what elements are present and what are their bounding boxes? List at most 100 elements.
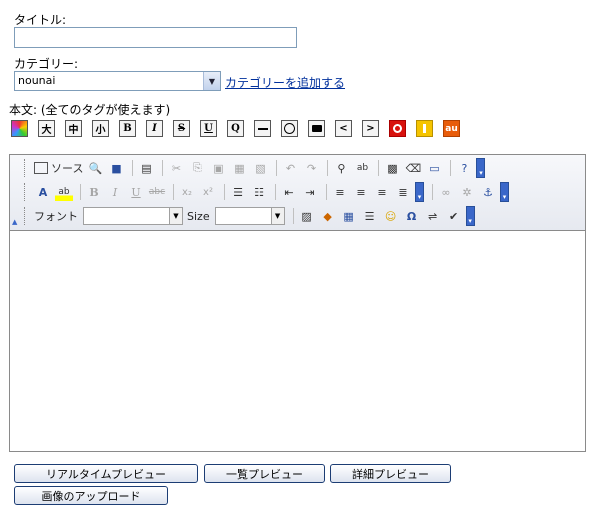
source-button[interactable]: ソース — [34, 159, 83, 177]
list-preview-button[interactable]: 一覧プレビュー — [204, 464, 325, 483]
realtime-preview-button[interactable]: リアルタイムプレビュー — [14, 464, 198, 483]
help-icon[interactable]: ? — [455, 159, 473, 177]
add-category-link[interactable]: カテゴリーを追加する — [225, 74, 345, 91]
docomo-icon[interactable] — [389, 120, 406, 137]
toolbar-more-button[interactable]: ▾ — [500, 182, 509, 202]
toolbar-row-1: ソース 🔍 ■ ▤ ✂ ⎘ ▣ ▦ ▧ ↶ ↷ ⚲ ab ▩ ⌫ ▭ ? ▾ — [24, 157, 489, 179]
toolbar-separator — [327, 160, 329, 176]
title-input[interactable] — [14, 27, 297, 48]
softbank-icon[interactable] — [416, 120, 433, 137]
remove-format-icon[interactable]: ⌫ — [404, 159, 422, 177]
category-select[interactable]: nounai ▼ — [14, 71, 221, 91]
check-spelling-icon[interactable]: ✔ — [445, 207, 463, 225]
image-icon[interactable]: ▨ — [298, 207, 316, 225]
toolbar-separator — [275, 184, 276, 200]
select-all-icon[interactable]: ▩ — [383, 159, 401, 177]
editor-toolbar: ▲ ソース 🔍 ■ ▤ ✂ ⎘ ▣ ▦ ▧ ↶ ↷ ⚲ ab ▩ ⌫ ▭ ? ▾… — [10, 155, 585, 231]
emoji-icon[interactable] — [281, 120, 298, 137]
toolbar-separator — [224, 184, 225, 200]
size-select[interactable]: ▼ — [214, 207, 285, 225]
toolbar-separator — [378, 160, 380, 176]
detail-preview-button[interactable]: 詳細プレビュー — [330, 464, 451, 483]
font-select[interactable]: ▼ — [83, 207, 183, 225]
flash-icon[interactable]: ◆ — [319, 207, 337, 225]
bold-icon[interactable]: B — [85, 183, 103, 201]
toolbar-separator — [132, 160, 134, 176]
toolbar-row-3: フォント ▼ Size ▼ ▨ ◆ ▦ ☰ ☺ Ω ⇌ ✔ ▾ — [24, 205, 479, 227]
horizontal-rule-icon[interactable] — [254, 120, 271, 137]
outdent-icon[interactable]: ⇤ — [280, 183, 298, 201]
align-justify-icon[interactable]: ≣ — [394, 183, 412, 201]
toolbar-grip — [24, 159, 28, 177]
paste-word-icon[interactable]: ▧ — [251, 159, 269, 177]
toolbar-separator — [173, 184, 174, 200]
paste-icon[interactable]: ▣ — [209, 159, 227, 177]
chevron-down-icon: ▼ — [270, 208, 284, 224]
special-char-icon[interactable]: Ω — [403, 207, 421, 225]
table-icon[interactable]: ▦ — [340, 207, 358, 225]
category-label: カテゴリー: — [14, 57, 79, 71]
au-icon[interactable]: au — [443, 120, 460, 137]
save-icon[interactable]: ■ — [107, 159, 125, 177]
italic-icon[interactable]: I — [106, 183, 124, 201]
toolbar-separator — [292, 208, 294, 224]
toolbar-separator — [162, 160, 164, 176]
toolbar-separator — [450, 160, 452, 176]
preview-icon[interactable]: 🔍 — [86, 159, 104, 177]
align-right-icon[interactable]: ≡ — [373, 183, 391, 201]
tag-bold-button[interactable]: B — [119, 120, 136, 137]
editor-content-area[interactable] — [10, 231, 585, 451]
toolbar-grip — [24, 207, 28, 225]
tag-strike-button[interactable]: S — [173, 120, 190, 137]
toolbar-more-button[interactable]: ▾ — [415, 182, 424, 202]
unlink-icon[interactable]: ✲ — [458, 183, 476, 201]
chevron-right-icon[interactable]: > — [362, 120, 379, 137]
templates-icon[interactable]: ▤ — [137, 159, 155, 177]
numbered-list-icon[interactable]: ☰ — [229, 183, 247, 201]
category-selected-value: nounai — [18, 74, 56, 87]
toolbar-separator — [276, 160, 278, 176]
strikethrough-icon[interactable]: abc — [148, 183, 166, 201]
tag-italic-button[interactable]: I — [146, 120, 163, 137]
underline-icon[interactable]: U — [127, 183, 145, 201]
cut-icon[interactable]: ✂ — [167, 159, 185, 177]
color-palette-icon[interactable] — [11, 120, 28, 137]
tag-underline-button[interactable]: U — [200, 120, 217, 137]
align-center-icon[interactable]: ≡ — [352, 183, 370, 201]
chevron-down-icon: ▼ — [203, 72, 220, 90]
tag-large-button[interactable]: 大 — [38, 120, 55, 137]
indent-icon[interactable]: ⇥ — [301, 183, 319, 201]
undo-icon[interactable]: ↶ — [281, 159, 299, 177]
page-break-icon[interactable]: ⇌ — [424, 207, 442, 225]
horizontal-line-icon[interactable]: ☰ — [361, 207, 379, 225]
background-color-icon[interactable]: ab — [55, 183, 73, 201]
tag-small-button[interactable]: 小 — [92, 120, 109, 137]
collapse-toolbar-icon[interactable]: ▲ — [12, 218, 17, 226]
toolbar-separator — [80, 184, 81, 200]
toolbar-more-button[interactable]: ▾ — [476, 158, 486, 178]
smiley-icon[interactable]: ☺ — [382, 207, 400, 225]
bulleted-list-icon[interactable]: ☷ — [250, 183, 268, 201]
text-color-icon[interactable]: A — [34, 183, 52, 201]
redo-icon[interactable]: ↷ — [302, 159, 320, 177]
body-label: 本文: (全てのタグが使えます) — [9, 103, 171, 117]
maximize-icon[interactable]: ▭ — [425, 159, 443, 177]
font-label: フォント — [34, 210, 78, 223]
copy-icon[interactable]: ⎘ — [188, 159, 206, 177]
find-icon[interactable]: ⚲ — [332, 159, 350, 177]
link-icon[interactable]: ∞ — [437, 183, 455, 201]
tag-quote-button[interactable]: Q — [227, 120, 244, 137]
subscript-icon[interactable]: x₂ — [178, 183, 196, 201]
toolbar-more-button[interactable]: ▾ — [465, 206, 475, 226]
anchor-icon[interactable]: ⚓ — [479, 183, 497, 201]
tag-medium-button[interactable]: 中 — [65, 120, 82, 137]
replace-icon[interactable]: ab — [353, 159, 371, 177]
paste-text-icon[interactable]: ▦ — [230, 159, 248, 177]
upload-image-button[interactable]: 画像のアップロード — [14, 486, 168, 505]
source-label: ソース — [51, 162, 84, 175]
chevron-left-icon[interactable]: < — [335, 120, 352, 137]
superscript-icon[interactable]: x² — [199, 183, 217, 201]
camera-icon[interactable] — [308, 120, 325, 137]
align-left-icon[interactable]: ≡ — [331, 183, 349, 201]
chevron-down-icon: ▼ — [169, 208, 182, 224]
